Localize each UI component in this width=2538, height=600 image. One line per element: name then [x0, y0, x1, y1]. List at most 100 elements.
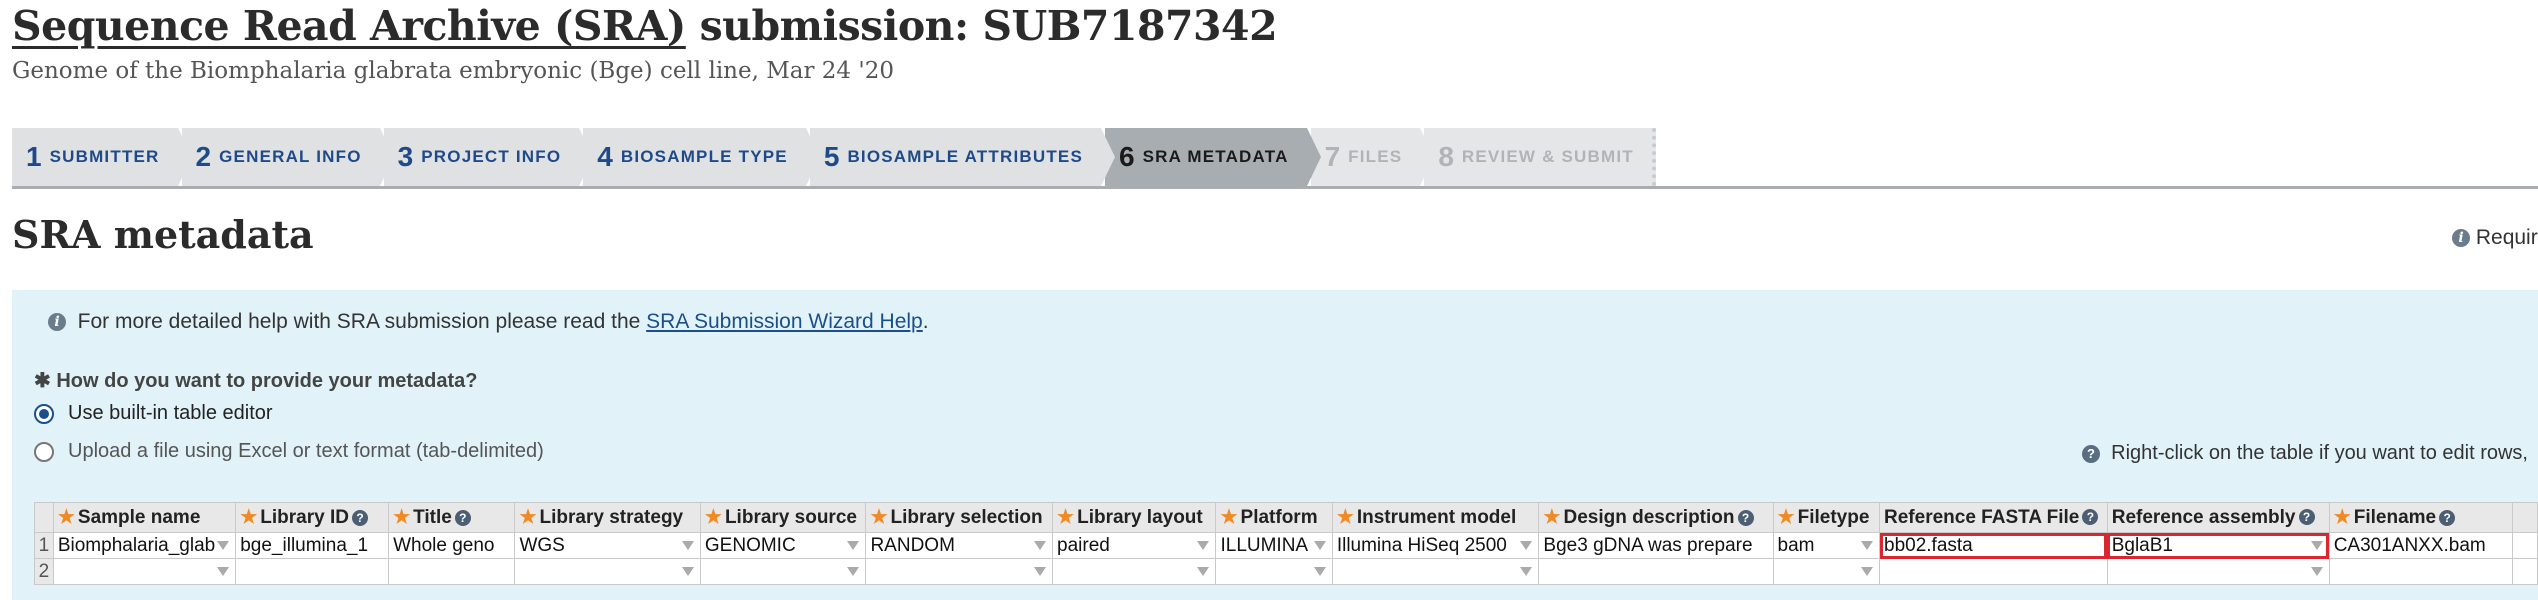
dropdown-arrow-icon[interactable]	[1034, 541, 1047, 550]
grid-cell[interactable]	[2106, 558, 2330, 585]
dropdown-arrow-icon[interactable]	[681, 567, 694, 576]
wizard-step-4[interactable]: 4 BIOSAMPLE TYPE	[583, 128, 820, 186]
metadata-question-label: How do you want to provide your metadata…	[56, 370, 478, 392]
dropdown-arrow-icon[interactable]	[1313, 567, 1326, 576]
dropdown-arrow-icon[interactable]	[1520, 541, 1533, 550]
step-label: BIOSAMPLE ATTRIBUTES	[847, 147, 1083, 166]
required-fields-note: i Require	[2452, 226, 2538, 250]
dropdown-arrow-icon[interactable]	[1861, 541, 1874, 550]
grid-cell[interactable]	[1879, 558, 2108, 585]
radio-button-unselected[interactable]	[34, 441, 54, 462]
dropdown-arrow-icon[interactable]	[2310, 541, 2323, 550]
submission-id: submission: SUB7187342	[685, 2, 1278, 50]
grid-cell[interactable]	[699, 558, 867, 585]
grid-cell[interactable]: bam	[1772, 532, 1881, 559]
column-header[interactable]: Reference FASTA File?	[1879, 502, 2108, 533]
grid-cell[interactable]	[1052, 558, 1217, 585]
help-icon[interactable]: ?	[1737, 509, 1754, 526]
row-number[interactable]: 1	[34, 532, 54, 559]
dropdown-arrow-icon[interactable]	[1197, 567, 1210, 576]
column-header[interactable]: ★ Filename?	[2328, 502, 2514, 533]
dropdown-arrow-icon[interactable]	[1520, 567, 1533, 576]
column-header[interactable]: ★ Instrument model	[1331, 502, 1540, 533]
step-label: BIOSAMPLE TYPE	[620, 147, 788, 166]
sra-title-link[interactable]: Sequence Read Archive (SRA)	[12, 2, 686, 50]
step-number: 3	[397, 141, 414, 172]
dropdown-arrow-icon[interactable]	[681, 541, 694, 550]
column-header[interactable]: Reference assembly?	[2106, 502, 2330, 533]
help-icon[interactable]: ?	[2082, 509, 2099, 526]
grid-cell[interactable]: BglaB1	[2106, 532, 2330, 559]
dropdown-arrow-icon[interactable]	[1313, 541, 1326, 550]
grid-cell[interactable]	[1331, 558, 1540, 585]
help-icon[interactable]: ?	[2298, 509, 2315, 526]
grid-cell[interactable]: GENOMIC	[699, 532, 867, 559]
column-header[interactable]: ★ Library ID?	[235, 502, 390, 533]
grid-cell[interactable]	[1538, 558, 1774, 585]
help-icon[interactable]: ?	[454, 509, 471, 526]
grid-cell-value: RANDOM	[870, 534, 955, 556]
wizard-step-6[interactable]: 6 SRA METADATA	[1105, 128, 1321, 186]
right-click-hint-text: Right-click on the table if you want to …	[2111, 442, 2528, 464]
grid-cell[interactable]	[1772, 558, 1881, 585]
grid-cell[interactable]: bb02.fasta	[1879, 532, 2108, 559]
column-header[interactable]: ★ Library layout	[1052, 502, 1217, 533]
dropdown-arrow-icon[interactable]	[217, 567, 230, 576]
dropdown-arrow-icon[interactable]	[847, 541, 860, 550]
column-header[interactable]: ★ Design description?	[1538, 502, 1774, 533]
grid-cell[interactable]: RANDOM	[865, 532, 1054, 559]
column-header[interactable]: ★ Title?	[388, 502, 516, 533]
grid-cell[interactable]: CA301ANXX.bam	[2328, 532, 2514, 559]
page-title: Sequence Read Archive (SRA) submission: …	[12, 2, 1278, 50]
dropdown-arrow-icon[interactable]	[1197, 541, 1210, 550]
help-icon[interactable]: ?	[351, 509, 368, 526]
page-subtitle: Genome of the Biomphalaria glabrata embr…	[12, 58, 894, 84]
grid-cell[interactable]: paired	[1052, 532, 1217, 559]
grid-cell[interactable]: bge_illumina_1	[235, 532, 390, 559]
grid-cell[interactable]	[235, 558, 390, 585]
grid-cell[interactable]: WGS	[514, 532, 701, 559]
column-header[interactable]: ★ Sample name	[52, 502, 237, 533]
required-star-icon: ★	[870, 507, 888, 528]
step-number: 7	[1324, 141, 1341, 172]
radio-upload-file[interactable]: Upload a file using Excel or text format…	[34, 440, 544, 463]
help-icon[interactable]: ?	[2439, 509, 2456, 526]
grid-cell[interactable]: Whole geno	[388, 532, 516, 559]
grid-cell-value: Bge3 gDNA was prepare	[1543, 534, 1753, 556]
grid-cell[interactable]	[52, 558, 237, 585]
dropdown-arrow-icon[interactable]	[2310, 567, 2323, 576]
dropdown-arrow-icon[interactable]	[1861, 567, 1874, 576]
dropdown-arrow-icon[interactable]	[847, 567, 860, 576]
sra-wizard-help-link[interactable]: SRA Submission Wizard Help	[646, 310, 923, 333]
grid-cell[interactable]	[1215, 558, 1333, 585]
wizard-step-5[interactable]: 5 BIOSAMPLE ATTRIBUTES	[809, 128, 1116, 186]
dropdown-arrow-icon[interactable]	[217, 541, 230, 550]
grid-cell[interactable]	[2328, 558, 2514, 585]
column-header[interactable]: ★ Library selection	[865, 502, 1054, 533]
radio-button-selected[interactable]	[34, 403, 54, 424]
dropdown-arrow-icon[interactable]	[1034, 567, 1047, 576]
grid-cell[interactable]	[388, 558, 516, 585]
required-star-icon: ★	[2333, 507, 2351, 528]
row-number[interactable]: 2	[34, 558, 54, 585]
required-star-icon: ★	[1336, 507, 1354, 528]
grid-cell[interactable]: Bge3 gDNA was prepare	[1538, 532, 1774, 559]
metadata-panel: i For more detailed help with SRA submis…	[12, 290, 2538, 600]
column-header-label: Library strategy	[539, 507, 684, 528]
wizard-step-3[interactable]: 3 PROJECT INFO	[383, 128, 593, 186]
grid-cell[interactable]	[514, 558, 701, 585]
column-header[interactable]: ★ Platform	[1215, 502, 1333, 533]
grid-cell[interactable]	[865, 558, 1054, 585]
info-icon: i	[48, 313, 66, 332]
grid-cell[interactable]: Biomphalaria_glab	[52, 532, 237, 559]
required-star-icon: ★	[1220, 507, 1238, 528]
column-header[interactable]: ★ Filetype	[1772, 502, 1881, 533]
column-header[interactable]: ★ Library source	[699, 502, 867, 533]
wizard-step-8: 8 REVIEW & SUBMIT	[1424, 128, 1656, 186]
grid-cell[interactable]: Illumina HiSeq 2500	[1331, 532, 1540, 559]
column-header[interactable]: ★ Library strategy	[514, 502, 701, 533]
radio-table-editor[interactable]: Use built-in table editor	[34, 402, 273, 425]
grid-cell[interactable]: ILLUMINA	[1215, 532, 1333, 559]
wizard-step-1[interactable]: 1 SUBMITTER	[12, 128, 192, 186]
wizard-step-2[interactable]: 2 GENERAL INFO	[181, 128, 394, 186]
